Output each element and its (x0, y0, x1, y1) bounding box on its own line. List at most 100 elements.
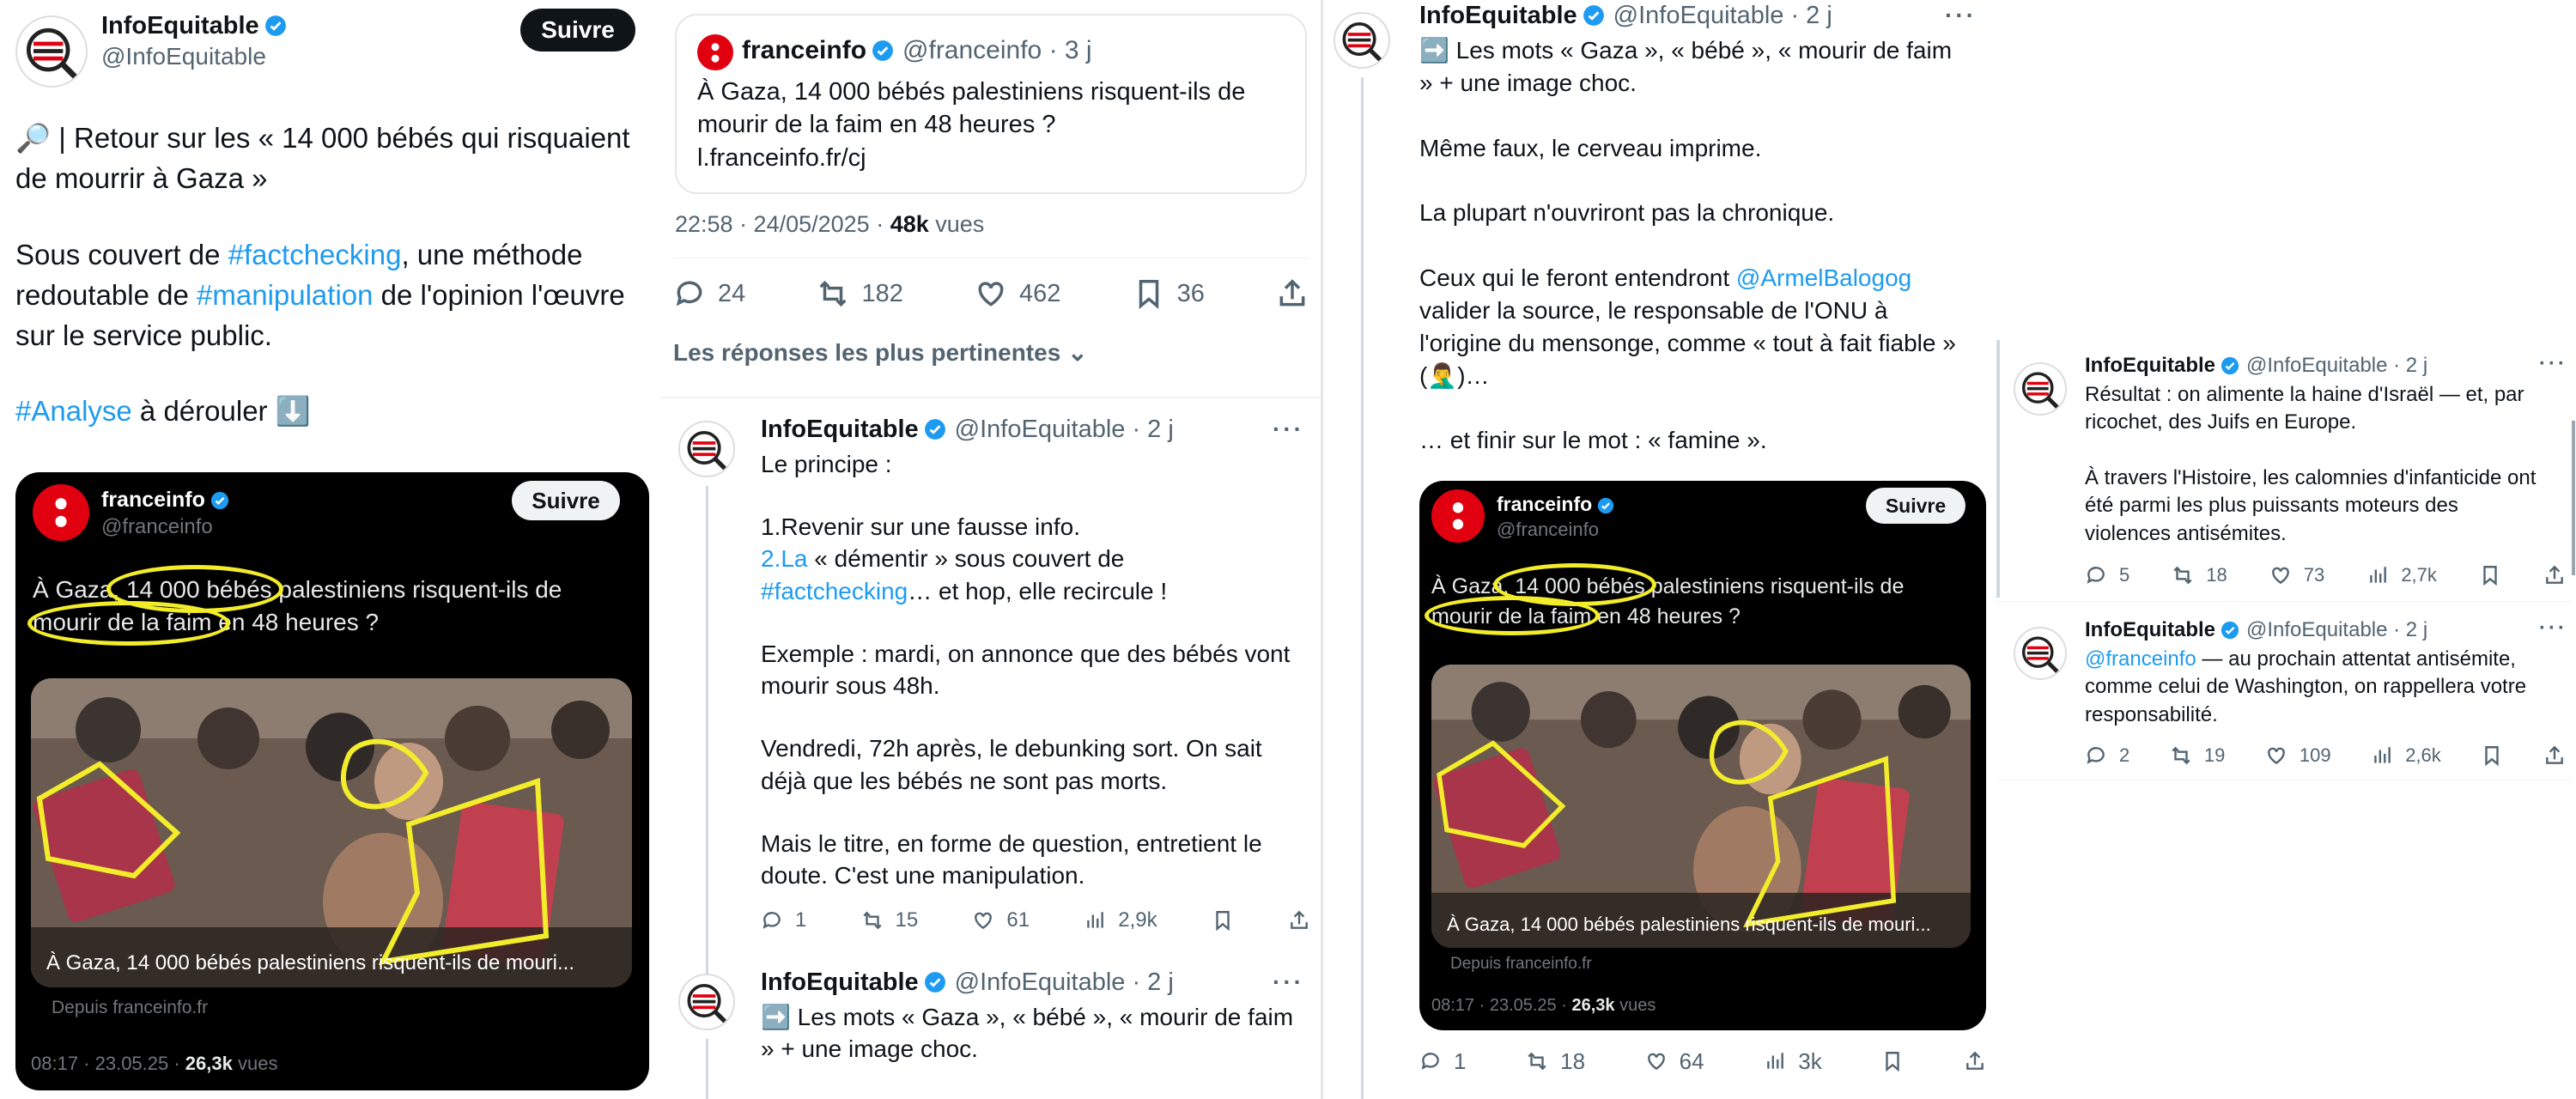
retweet-button[interactable]: 19 (2170, 744, 2225, 767)
like-count: 73 (2303, 564, 2325, 586)
author[interactable]: InfoEquitable @InfoEquitable · 2 j (1419, 2, 1832, 30)
reply1-body: Le principe : 1.Revenir sur une fausse i… (761, 448, 1310, 891)
hashtag-factchecking[interactable]: #factchecking (761, 578, 908, 604)
more-options-icon[interactable]: ··· (1273, 416, 1304, 443)
more-options-icon[interactable]: ··· (2539, 616, 2567, 641)
views-count: 2,9k (1118, 908, 1157, 932)
infoequitable-avatar[interactable] (2014, 627, 2067, 680)
replies-sort-dropdown[interactable]: Les réponses les plus pertinentes ⌄ (673, 338, 1088, 367)
card-time: 08:17 · 23.05.25 · (1431, 996, 1572, 1015)
reply2-author[interactable]: InfoEquitable @InfoEquitable · 2 j (2085, 618, 2427, 642)
card-photo[interactable]: À Gaza, 14 000 bébés palestiniens risque… (1431, 665, 1971, 948)
like-button[interactable]: 109 (2265, 744, 2331, 767)
text-line: Vendredi, 72h après, le debunking sort. … (761, 735, 1262, 794)
share-icon (1279, 279, 1305, 307)
card-photo[interactable]: À Gaza, 14 000 bébés palestiniens risque… (31, 678, 632, 987)
reply2-engagement-bar: 2 19 109 2,6k (2085, 740, 2566, 771)
views-button[interactable]: 3k (1764, 1048, 1822, 1075)
link-text[interactable]: 2.La (761, 545, 808, 572)
retweet-button[interactable]: 18 (2172, 564, 2227, 586)
share-button[interactable] (1288, 909, 1310, 932)
views-button[interactable]: 2,7k (2366, 564, 2437, 586)
franceinfo-avatar[interactable] (697, 34, 733, 70)
more-options-icon[interactable]: ··· (1945, 2, 1977, 29)
reply-button[interactable]: 24 (673, 277, 745, 310)
franceinfo-embedded-card[interactable]: franceinfo @franceinfo Suivre À Gaza, 14… (15, 472, 649, 1090)
reply-icon (2087, 747, 2105, 764)
reply-count: 2 (2119, 744, 2130, 766)
mention-armelbalogog[interactable]: @ArmelBalogog (1736, 264, 1911, 291)
reply-button[interactable]: 5 (2085, 564, 2129, 586)
author-name[interactable]: InfoEquitable (101, 12, 287, 40)
like-button[interactable]: 73 (2269, 564, 2324, 586)
infoequitable-avatar[interactable] (2014, 362, 2067, 416)
card-author[interactable]: franceinfo (1497, 493, 1614, 516)
reply-button[interactable]: 2 (2085, 744, 2129, 767)
card-author[interactable]: franceinfo (101, 488, 229, 513)
tweet-text-paragraph2: Sous couvert de #factchecking, une métho… (15, 235, 651, 356)
retweet-button[interactable]: 182 (817, 277, 903, 310)
hashtag-analyse[interactable]: #Analyse (15, 395, 132, 427)
reply-button[interactable]: 1 (761, 908, 806, 932)
card-follow-button[interactable]: Suivre (1866, 488, 1965, 524)
infoequitable-avatar[interactable] (678, 421, 735, 477)
reply-icon (1421, 1053, 1439, 1070)
reply1-author[interactable]: InfoEquitable @InfoEquitable · 2 j (761, 416, 1174, 444)
like-count: 61 (1006, 908, 1030, 932)
follow-button[interactable]: Suivre (520, 9, 635, 52)
bookmark-button[interactable] (1881, 1050, 1904, 1072)
franceinfo-avatar[interactable] (1431, 489, 1485, 543)
reply2-author[interactable]: InfoEquitable @InfoEquitable · 2 j (761, 968, 1174, 997)
bookmark-icon (1139, 280, 1158, 309)
card-follow-button[interactable]: Suivre (512, 481, 620, 520)
like-button[interactable]: 462 (975, 277, 1060, 310)
share-button[interactable] (2543, 744, 2566, 767)
views-button[interactable]: 2,6k (2371, 744, 2441, 767)
infoequitable-avatar[interactable] (15, 15, 88, 88)
bookmark-button[interactable] (2481, 744, 2503, 767)
card-author-handle[interactable]: @franceinfo (1497, 519, 1599, 541)
text-line: Résultat : on alimente la haine d'Israël… (2085, 383, 2524, 434)
more-options-icon[interactable]: ··· (1273, 968, 1304, 996)
infoequitable-avatar[interactable] (1334, 12, 1390, 69)
infoequitable-avatar[interactable] (678, 974, 735, 1030)
franceinfo-embedded-card[interactable]: franceinfo @franceinfo Suivre À Gaza, 14… (1419, 481, 1986, 1030)
heart-icon (978, 282, 1004, 307)
like-button[interactable]: 64 (1645, 1048, 1704, 1075)
scrollbar[interactable] (2572, 421, 2575, 575)
share-button[interactable] (2543, 564, 2566, 586)
retweet-button[interactable]: 15 (861, 908, 918, 932)
quoted-author-handle: @franceinfo · 3 j (902, 36, 1092, 64)
hashtag-manipulation[interactable]: #manipulation (197, 279, 373, 311)
quoted-tweet-card[interactable]: franceinfo @franceinfo · 3 j À Gaza, 14 0… (675, 14, 1307, 194)
mention-franceinfo[interactable]: @franceinfo (2085, 647, 2196, 671)
heart-icon (975, 912, 993, 930)
bookmark-icon (1216, 911, 1230, 932)
reply-button[interactable]: 1 (1419, 1048, 1466, 1075)
retweet-button[interactable]: 18 (1526, 1048, 1585, 1075)
more-options-icon[interactable]: ··· (2539, 352, 2567, 376)
like-button[interactable]: 61 (972, 908, 1030, 932)
card-author-name: franceinfo (1497, 493, 1593, 515)
bookmark-button[interactable]: 36 (1133, 277, 1205, 310)
author-name-text: InfoEquitable (101, 12, 259, 39)
reply1-author[interactable]: InfoEquitable @InfoEquitable · 2 j (2085, 354, 2427, 378)
share-button[interactable] (1964, 1050, 1986, 1072)
franceinfo-avatar[interactable] (33, 484, 89, 541)
reply-author-name: InfoEquitable (2085, 354, 2215, 377)
views-button[interactable]: 2,9k (1084, 908, 1157, 932)
engagement-bar: 1 18 64 3k (1419, 1044, 1986, 1078)
text-line: Même faux, le cerveau imprime. (1419, 134, 1762, 161)
card-author-handle[interactable]: @franceinfo (101, 515, 213, 539)
bookmark-button[interactable] (2479, 564, 2501, 586)
card-source[interactable]: Depuis franceinfo.fr (1450, 955, 1592, 974)
card-source[interactable]: Depuis franceinfo.fr (52, 998, 208, 1018)
verified-icon (264, 15, 287, 37)
author-handle[interactable]: @InfoEquitable (101, 43, 266, 70)
share-button[interactable] (1276, 277, 1309, 310)
verified-icon (924, 418, 946, 440)
reply-icon (762, 912, 781, 929)
bookmark-button[interactable] (1212, 909, 1234, 932)
thread-line (706, 1039, 708, 1099)
hashtag-factchecking[interactable]: #factchecking (228, 239, 402, 270)
